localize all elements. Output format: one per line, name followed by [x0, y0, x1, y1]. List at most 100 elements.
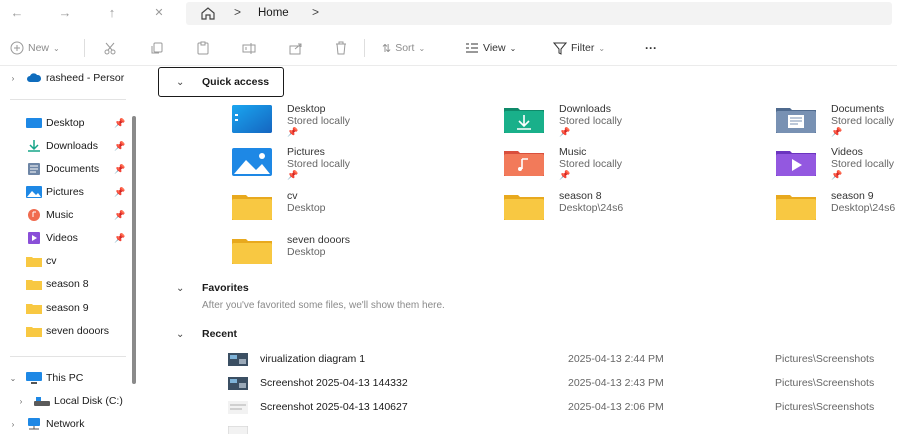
pin-icon: 📌: [114, 187, 126, 197]
tile-name: Documents: [831, 103, 885, 115]
sidebar-item-documents[interactable]: Documents 📌: [0, 159, 128, 179]
videos-icon: [28, 232, 40, 244]
paste-button[interactable]: [196, 40, 210, 56]
address-bar[interactable]: > Home >: [186, 2, 892, 25]
sidebar-item-cv[interactable]: cv: [0, 251, 128, 271]
delete-button[interactable]: [334, 40, 348, 56]
recent-header[interactable]: ⌄ Recent: [176, 328, 237, 340]
sidebar-item-pictures[interactable]: Pictures 📌: [0, 182, 128, 202]
filter-label: Filter: [571, 42, 595, 54]
chevron-down-icon[interactable]: ⌄: [176, 283, 188, 294]
sidebar-item-label: seven dooors: [46, 325, 110, 337]
filter-button[interactable]: Filter ⌄: [553, 40, 605, 56]
trash-icon: [336, 41, 346, 55]
breadcrumb-separator: >: [234, 5, 242, 19]
pin-icon: 📌: [287, 170, 299, 180]
sidebar-item-label: Local Disk (C:): [54, 395, 123, 407]
file-thumbnail-icon: [228, 426, 248, 434]
folder-icon: [26, 304, 42, 314]
sidebar-item-music[interactable]: Music 📌: [0, 205, 128, 225]
desktop-folder-icon: [232, 105, 272, 133]
desktop-icon: [26, 118, 42, 128]
screenshot-thumbnail-icon: [228, 401, 248, 414]
sidebar-item-videos[interactable]: Videos 📌: [0, 228, 128, 248]
pictures-folder-icon: [232, 148, 272, 176]
sidebar-item-season-8[interactable]: season 8: [0, 274, 128, 294]
favorites-header[interactable]: ⌄ Favorites: [176, 282, 249, 294]
pin-icon: 📌: [831, 170, 843, 180]
table-row[interactable]: Screenshot 2025-04-13 140627 2025-04-13 …: [140, 397, 897, 417]
chevron-right-icon[interactable]: ›: [8, 74, 18, 83]
sidebar-item-onedrive[interactable]: › rasheed - Persor: [0, 68, 128, 88]
sidebar-item-local-disk[interactable]: › Local Disk (C:): [0, 391, 128, 411]
network-icon: [28, 418, 40, 430]
tile-subtitle: Stored locally: [831, 158, 895, 170]
sidebar-item-label: season 9: [46, 302, 89, 314]
sidebar-item-label: Desktop: [46, 117, 85, 129]
sidebar-item-network[interactable]: › Network: [0, 414, 128, 434]
more-options-button[interactable]: ···: [645, 40, 657, 56]
pictures-icon: [26, 186, 42, 198]
view-button[interactable]: View ⌄: [465, 40, 516, 56]
title-bar: ← → ↑ ✕ > Home >: [0, 0, 897, 28]
downloads-folder-icon: [504, 108, 544, 133]
screenshot-thumbnail-icon: [228, 353, 248, 366]
pin-icon: 📌: [114, 233, 126, 243]
chevron-down-icon[interactable]: ⌄: [176, 77, 188, 88]
chevron-down-icon[interactable]: ⌄: [8, 374, 18, 383]
chevron-down-icon[interactable]: ⌄: [176, 329, 188, 340]
recent-file-name: Screenshot 2025-04-13 140627: [260, 401, 408, 413]
back-button[interactable]: ←: [8, 5, 26, 21]
table-row[interactable]: Screenshot 2025-04-13 144332 2025-04-13 …: [140, 373, 897, 393]
rename-button[interactable]: [242, 40, 256, 56]
copy-icon: [151, 42, 163, 54]
table-row[interactable]: virualization diagram 1 2025-04-13 2:44 …: [140, 349, 897, 369]
chevron-right-icon[interactable]: ›: [8, 420, 18, 429]
divider: [364, 39, 365, 57]
tile-name: seven dooors: [287, 234, 351, 246]
rename-icon: [242, 43, 256, 54]
tile-subtitle: Desktop\24s6: [559, 202, 624, 214]
sidebar-item-label: This PC: [46, 372, 84, 384]
scissors-icon: [104, 42, 116, 55]
sidebar-item-label: Network: [46, 418, 85, 430]
sidebar-item-label: Videos: [46, 232, 78, 244]
copy-button[interactable]: [150, 40, 164, 56]
close-tab-button[interactable]: ✕: [150, 5, 168, 21]
share-button[interactable]: [289, 40, 303, 56]
sidebar-item-label: Music: [46, 209, 74, 221]
sidebar-item-season-9[interactable]: season 9: [0, 298, 128, 318]
breadcrumb-home[interactable]: Home: [258, 7, 289, 19]
tile-name: Pictures: [287, 146, 325, 158]
tile-subtitle: Stored locally: [559, 115, 623, 127]
pin-icon: 📌: [559, 170, 571, 180]
new-button[interactable]: New ⌄: [10, 40, 60, 56]
table-row-partial[interactable]: [140, 422, 897, 434]
command-bar: New ⌄ ⇅ Sort ⌄ View ⌄ Filter ⌄ ···: [0, 28, 897, 66]
sidebar-item-label: cv: [46, 255, 57, 267]
breadcrumb-separator-end[interactable]: >: [312, 5, 319, 19]
forward-button[interactable]: →: [56, 5, 74, 21]
sort-label: Sort: [395, 42, 415, 54]
sidebar-item-downloads[interactable]: Downloads 📌: [0, 136, 128, 156]
recent-file-location: Pictures\Screenshots: [775, 353, 875, 365]
chevron-right-icon[interactable]: ›: [16, 397, 26, 406]
tile-subtitle: Stored locally: [287, 158, 351, 170]
recent-file-date: 2025-04-13 2:44 PM: [568, 353, 664, 365]
sidebar-item-this-pc[interactable]: ⌄ This PC: [0, 368, 128, 388]
pin-icon: 📌: [831, 127, 843, 137]
home-icon[interactable]: [200, 6, 216, 21]
sort-button[interactable]: ⇅ Sort ⌄: [382, 40, 425, 56]
tile-name: Downloads: [559, 103, 611, 115]
sidebar-scrollbar[interactable]: [132, 116, 136, 384]
tile-name: Music: [559, 146, 587, 158]
cut-button[interactable]: [103, 40, 117, 56]
sidebar-item-seven-dooors[interactable]: seven dooors: [0, 321, 128, 341]
tile-subtitle: Desktop\24s6: [831, 202, 896, 214]
sidebar-item-label: Downloads: [46, 140, 98, 152]
up-button[interactable]: ↑: [103, 5, 121, 21]
sidebar-item-label: season 8: [46, 278, 89, 290]
pin-icon: 📌: [559, 127, 571, 137]
sidebar-item-desktop[interactable]: Desktop 📌: [0, 113, 128, 133]
quick-access-header[interactable]: ⌄ Quick access: [176, 76, 269, 88]
